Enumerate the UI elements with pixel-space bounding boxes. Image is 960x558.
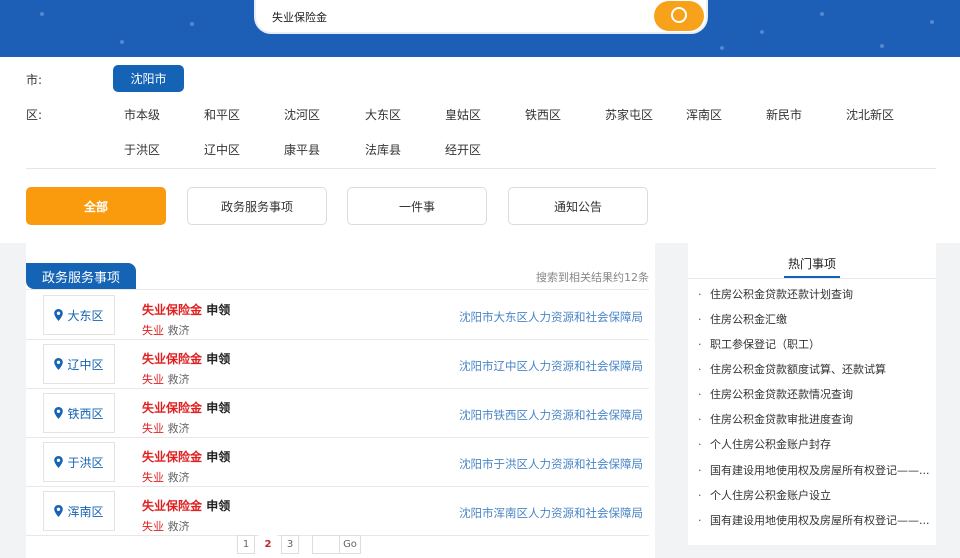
result-department[interactable]: 沈阳市铁西区人力资源和社会保障局 [459,407,643,423]
location-tag: 辽中区 [43,344,115,384]
hot-item[interactable]: · 住房公积金汇缴 [698,311,930,327]
result-title[interactable]: 失业保险金 申领 [142,448,230,465]
district-option[interactable]: 浑南区 [686,106,722,123]
district-option[interactable]: 铁西区 [525,106,561,123]
district-option[interactable]: 沈河区 [284,106,320,123]
location-tag: 铁西区 [43,393,115,433]
result-row[interactable]: 大东区 失业保险金 申领 失业 救济 沈阳市大东区人力资源和社会保障局 [26,291,649,340]
page-go-button[interactable]: Go [339,535,361,554]
result-title[interactable]: 失业保险金 申领 [142,350,230,367]
results-header: 政务服务事项 [26,263,136,289]
result-row[interactable]: 辽中区 失业保险金 申领 失业 救济 沈阳市辽中区人力资源和社会保障局 [26,340,649,389]
hot-item[interactable]: · 职工参保登记（职工） [698,336,930,352]
search-box [254,0,708,34]
district-option[interactable]: 经开区 [445,141,481,158]
city-selected[interactable]: 沈阳市 [113,65,184,92]
result-department[interactable]: 沈阳市辽中区人力资源和社会保障局 [459,358,643,374]
result-title[interactable]: 失业保险金 申领 [142,399,230,416]
search-icon [671,7,687,23]
pagination: 1 2 3 Go [26,535,655,555]
location-tag: 大东区 [43,295,115,335]
district-option[interactable]: 于洪区 [124,141,160,158]
district-option[interactable]: 康平县 [284,141,320,158]
filter-panel: 市: 沈阳市 区: 市本级 和平区 沈河区 大东区 皇姑区 铁西区 苏家屯区 浑… [0,57,960,243]
tab-government-services[interactable]: 政务服务事项 [187,187,327,225]
result-title[interactable]: 失业保险金 申领 [142,301,230,318]
district-option[interactable]: 大东区 [365,106,401,123]
location-label: 于洪区 [67,455,104,470]
page-link[interactable]: 3 [281,535,299,554]
top-banner [0,0,960,57]
tab-all[interactable]: 全部 [26,187,166,225]
result-department[interactable]: 沈阳市于洪区人力资源和社会保障局 [459,456,643,472]
map-pin-icon [54,456,64,468]
tab-notices[interactable]: 通知公告 [508,187,648,225]
hot-item[interactable]: · 国有建设用地使用权及房屋所有权登记——... [698,512,930,528]
district-label: 区: [26,108,43,122]
hot-items-rule [688,278,936,279]
district-option[interactable]: 苏家屯区 [605,106,653,123]
district-option[interactable]: 辽中区 [204,141,240,158]
tab-one-thing[interactable]: 一件事 [347,187,487,225]
results-count: 搜索到相关结果约12条 [536,271,649,284]
hot-item[interactable]: · 住房公积金贷款还款情况查询 [698,386,930,402]
city-label: 市: [26,73,43,87]
hot-item[interactable]: · 住房公积金贷款额度试算、还款试算 [698,361,930,377]
page-link[interactable]: 1 [237,535,255,554]
result-title[interactable]: 失业保险金 申领 [142,497,230,514]
hot-item[interactable]: · 个人住房公积金账户封存 [698,436,930,452]
result-row[interactable]: 铁西区 失业保险金 申领 失业 救济 沈阳市铁西区人力资源和社会保障局 [26,389,649,438]
location-label: 铁西区 [67,406,104,421]
district-option[interactable]: 皇姑区 [445,106,481,123]
location-label: 浑南区 [67,504,104,519]
result-subtitle: 失业 救济 [142,422,190,435]
district-option[interactable]: 法库县 [365,141,401,158]
district-option[interactable]: 和平区 [204,106,240,123]
page-current[interactable]: 2 [259,535,277,554]
hot-items-title: 热门事项 [787,257,836,271]
hot-items-underline [784,276,840,278]
filter-divider [26,168,936,169]
result-department[interactable]: 沈阳市浑南区人力资源和社会保障局 [459,505,643,521]
location-label: 大东区 [67,308,104,323]
hot-item[interactable]: · 住房公积金贷款还款计划查询 [698,286,930,302]
result-subtitle: 失业 救济 [142,324,190,337]
location-label: 辽中区 [67,357,104,372]
map-pin-icon [54,505,64,517]
result-department[interactable]: 沈阳市大东区人力资源和社会保障局 [459,309,643,325]
search-input[interactable] [272,10,632,23]
map-pin-icon [54,358,64,370]
district-option[interactable]: 沈北新区 [846,106,894,123]
results-rule [26,289,649,290]
location-tag: 于洪区 [43,442,115,482]
hot-item[interactable]: · 个人住房公积金账户设立 [698,487,930,503]
results-panel: 政务服务事项 搜索到相关结果约12条 大东区 失业保险金 申领 失业 救济 沈阳… [26,243,655,558]
page-jump-input[interactable] [312,535,340,554]
result-row[interactable]: 于洪区 失业保险金 申领 失业 救济 沈阳市于洪区人力资源和社会保障局 [26,438,649,487]
result-subtitle: 失业 救济 [142,471,190,484]
district-option[interactable]: 市本级 [124,106,160,123]
search-button[interactable] [654,1,704,31]
hot-item[interactable]: · 国有建设用地使用权及房屋所有权登记——... [698,462,930,478]
hot-item[interactable]: · 住房公积金贷款审批进度查询 [698,411,930,427]
map-pin-icon [54,309,64,321]
hot-items-panel: 热门事项 · 住房公积金贷款还款计划查询 · 住房公积金汇缴 · 职工参保登记（职工）… [688,243,936,545]
district-option[interactable]: 新民市 [766,106,802,123]
location-tag: 浑南区 [43,491,115,531]
map-pin-icon [54,407,64,419]
result-subtitle: 失业 救济 [142,520,190,533]
result-row[interactable]: 浑南区 失业保险金 申领 失业 救济 沈阳市浑南区人力资源和社会保障局 [26,487,649,536]
result-subtitle: 失业 救济 [142,373,190,386]
